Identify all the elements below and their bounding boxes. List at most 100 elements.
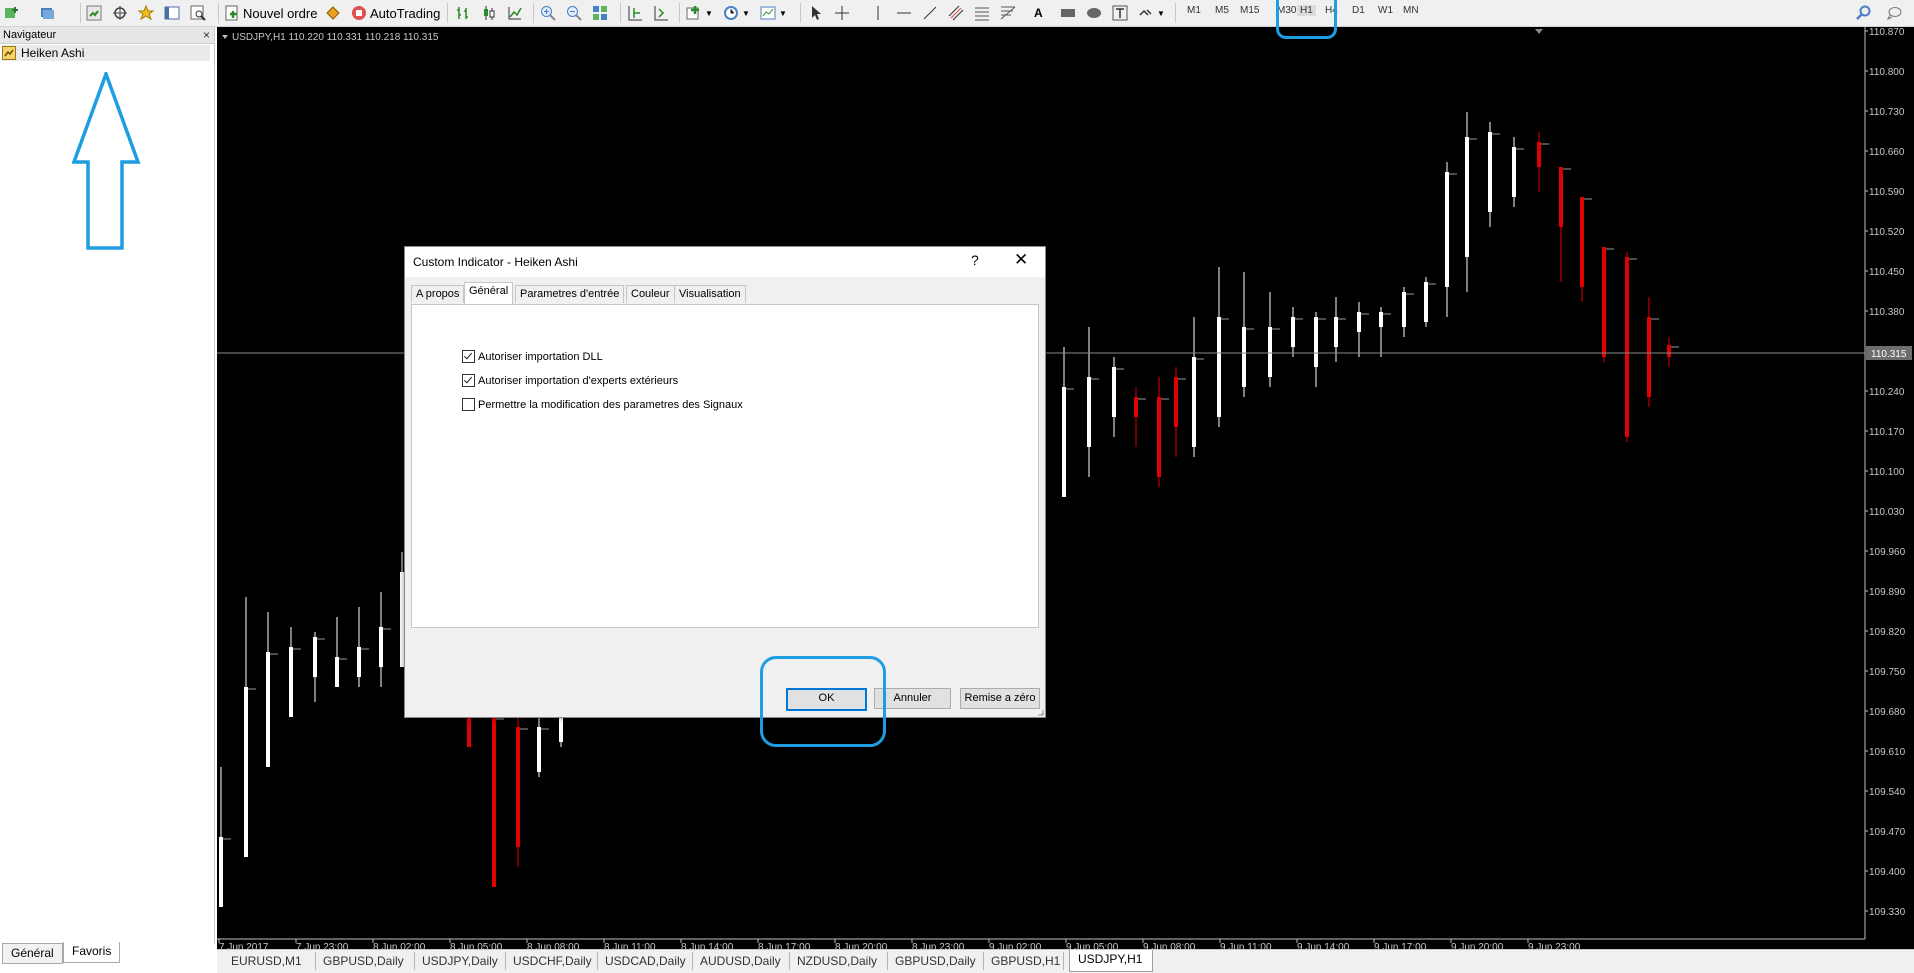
tab-general[interactable]: Général <box>2 943 63 964</box>
symbol-tab[interactable]: NZDUSD,Daily <box>789 952 888 970</box>
zoom-out-button[interactable] <box>566 2 582 24</box>
candle-body <box>357 647 361 677</box>
candle-body <box>1268 327 1272 377</box>
chart-shift-button[interactable] <box>627 2 643 24</box>
fibo-tool[interactable] <box>974 2 990 24</box>
dialog-close-button[interactable]: ✕ <box>1014 250 1028 270</box>
strategy-tester-button[interactable] <box>190 2 206 24</box>
auto-scroll-icon <box>654 6 668 21</box>
auto-scroll-button[interactable] <box>653 2 669 24</box>
horizontal-line-icon <box>897 12 911 14</box>
trendline-tool[interactable] <box>922 2 938 24</box>
navigator-button[interactable] <box>138 2 154 24</box>
chart-info-arrow-icon <box>222 35 228 39</box>
candle-body <box>1647 317 1651 397</box>
market-watch-button[interactable] <box>86 2 102 24</box>
tab-a-propos[interactable]: A propos <box>411 285 465 303</box>
candle-body <box>1174 377 1178 427</box>
templates-button[interactable]: ▼ <box>760 2 787 24</box>
arrows-tool[interactable]: ▼ <box>1138 2 1165 24</box>
resize-grip-icon[interactable] <box>1037 709 1044 716</box>
checkbox-unchecked-icon[interactable] <box>462 398 475 411</box>
price-axis-label: 110.450 <box>1869 267 1905 278</box>
label-tool[interactable] <box>1060 2 1076 24</box>
candle-body <box>1424 282 1428 322</box>
current-price-label: 110.315 <box>1871 349 1907 360</box>
candle-body <box>313 637 317 677</box>
channel-tool[interactable] <box>948 2 964 24</box>
text-tool[interactable]: A <box>1034 2 1043 24</box>
option-label: Permettre la modification des parametres… <box>478 398 743 411</box>
tab-favoris[interactable]: Favoris <box>63 942 121 963</box>
option-allow-external-experts[interactable]: Autoriser importation d'experts extérieu… <box>462 374 678 387</box>
vertical-line-tool[interactable] <box>870 2 886 24</box>
symbol-tab[interactable]: USDCAD,Daily <box>597 952 693 970</box>
tab-couleur[interactable]: Couleur <box>626 285 675 303</box>
terminal-button[interactable] <box>164 2 180 24</box>
fibo-icon <box>975 7 989 21</box>
tab-visualisation[interactable]: Visualisation <box>674 285 746 303</box>
new-order-button[interactable]: Nouvel ordre <box>224 2 317 24</box>
reset-button[interactable]: Remise a zéro <box>960 688 1040 709</box>
crosshair-tool-icon <box>835 6 849 20</box>
candle-body <box>1087 377 1091 447</box>
symbol-tab[interactable]: USDJPY,Daily <box>414 952 506 970</box>
ellipse-icon <box>1087 8 1101 18</box>
zoom-in-button[interactable] <box>540 2 556 24</box>
time-axis-label: 9 Jun 08:00 <box>1143 942 1196 949</box>
search-button[interactable] <box>1856 2 1872 24</box>
navigator-close-button[interactable]: × <box>200 27 210 43</box>
tab-parametres-entree[interactable]: Parametres d'entrée <box>515 285 625 303</box>
chat-button[interactable] <box>1886 2 1902 24</box>
symbol-tab[interactable]: GBPUSD,H1 <box>983 952 1064 970</box>
help-button[interactable]: ? <box>971 252 979 268</box>
text-label-tool[interactable] <box>1112 2 1128 24</box>
meta-editor-button[interactable] <box>325 2 341 24</box>
candle-body <box>1402 292 1406 327</box>
timeframe-m15[interactable]: M15 <box>1240 5 1259 16</box>
timeframe-m1[interactable]: M1 <box>1187 5 1201 16</box>
option-allow-signal-modification[interactable]: Permettre la modification des parametres… <box>462 398 743 411</box>
symbol-tab[interactable]: AUDUSD,Daily <box>692 952 790 970</box>
indicators-button[interactable]: ▼ <box>686 2 713 24</box>
candle-body <box>1334 317 1338 347</box>
symbol-tab[interactable]: EURUSD,M1 <box>223 952 316 970</box>
symbol-tab[interactable]: USDCHF,Daily <box>505 952 598 970</box>
symbol-tab-active[interactable]: USDJPY,H1 <box>1069 950 1153 972</box>
candlestick-button[interactable] <box>481 2 497 24</box>
tab-general[interactable]: Général <box>464 282 514 304</box>
time-axis-label: 8 Jun 11:00 <box>604 942 656 949</box>
bar-chart-button[interactable] <box>455 2 471 24</box>
crosshair-tool[interactable] <box>834 2 850 24</box>
timeframe-w1[interactable]: W1 <box>1378 5 1393 16</box>
symbol-tab[interactable]: GBPUSD,Daily <box>315 952 415 970</box>
timeframe-d1[interactable]: D1 <box>1352 5 1365 16</box>
new-chart-button[interactable] <box>4 2 20 24</box>
tile-windows-button[interactable] <box>592 2 608 24</box>
navigator-item-heiken-ashi[interactable]: Heiken Ashi <box>2 45 210 61</box>
checkbox-checked-icon[interactable] <box>462 374 475 387</box>
price-axis-label: 110.240 <box>1869 387 1905 398</box>
arrows-icon <box>1139 9 1152 16</box>
periods-button[interactable]: ▼ <box>723 2 750 24</box>
price-axis-label: 110.100 <box>1869 467 1905 478</box>
up-arrow-annotation-icon <box>72 72 141 250</box>
cursor-tool[interactable] <box>808 2 824 24</box>
ellipse-tool[interactable] <box>1086 2 1102 24</box>
market-watch-icon <box>86 5 102 21</box>
fibo-fan-tool[interactable] <box>1000 2 1016 24</box>
autotrading-button[interactable]: AutoTrading <box>351 2 440 24</box>
candle-body <box>1217 317 1221 417</box>
timeframe-mn[interactable]: MN <box>1403 5 1419 16</box>
profiles-button[interactable] <box>40 2 56 24</box>
data-window-button[interactable] <box>112 2 128 24</box>
timeframe-m5[interactable]: M5 <box>1215 5 1229 16</box>
dialog-title: Custom Indicator - Heiken Ashi <box>413 255 578 269</box>
symbol-tab[interactable]: GBPUSD,Daily <box>887 952 984 970</box>
line-chart-button[interactable] <box>507 2 523 24</box>
checkbox-checked-icon[interactable] <box>462 350 475 363</box>
option-allow-dll[interactable]: Autoriser importation DLL <box>462 350 603 363</box>
horizontal-line-tool[interactable] <box>896 2 912 24</box>
vertical-line-icon <box>877 6 879 20</box>
navigator-tabs: Général Favoris <box>0 942 214 965</box>
